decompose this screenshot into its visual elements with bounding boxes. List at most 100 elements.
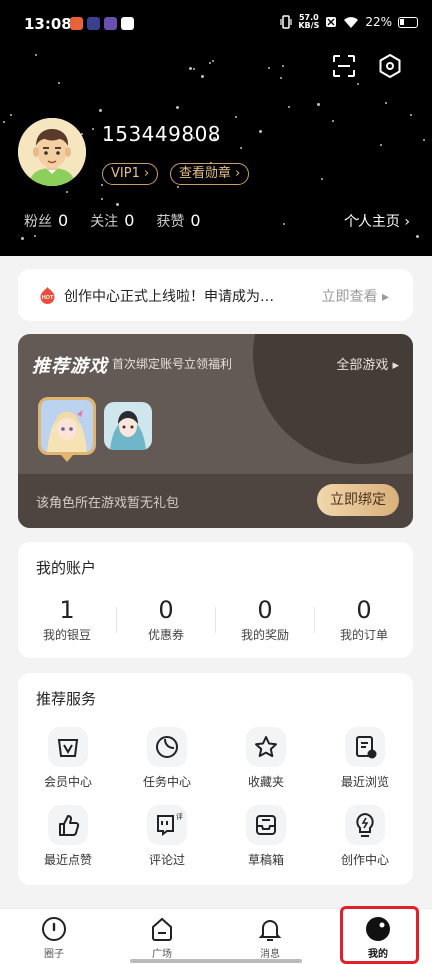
stat-following[interactable]: 关注 0 — [90, 211, 134, 231]
star-decoration — [66, 191, 68, 193]
tab-plaza[interactable]: 广场 — [132, 915, 192, 960]
app-notification-icon — [70, 17, 83, 30]
moon-icon — [156, 736, 178, 758]
profile-header: 13:08 57.0 KB/S 22% 153449808 VIP1 › 查看勋… — [0, 0, 432, 256]
settings-icon[interactable] — [376, 52, 404, 80]
vip-badge[interactable]: VIP1 › — [102, 163, 159, 185]
account-item-orders[interactable]: 0 我的订单 — [315, 596, 413, 643]
account-item-silver-beans[interactable]: 1 我的银豆 — [18, 596, 116, 643]
star-decoration — [189, 67, 192, 70]
notice-banner[interactable]: HOT 创作中心正式上线啦！申请成为… 立即查看 ▸ — [18, 269, 413, 321]
bell-icon — [258, 920, 282, 941]
service-recent-views[interactable]: 最近浏览 — [325, 727, 405, 790]
account-label: 我的奖励 — [240, 628, 289, 642]
personal-homepage-link[interactable]: 个人主页 › — [344, 211, 410, 231]
scan-icon[interactable] — [330, 52, 358, 80]
games-footer: 该角色所在游戏暂无礼包 立即绑定 — [18, 474, 413, 528]
service-favorites[interactable]: 收藏夹 — [226, 727, 306, 790]
plaza-icon — [152, 917, 172, 941]
star-decoration — [321, 178, 323, 180]
service-label: 评论过 — [148, 853, 185, 867]
drafts-icon — [256, 815, 276, 835]
star-decoration — [357, 83, 359, 85]
selected-pointer-icon — [61, 455, 73, 462]
app-notification-icon — [87, 17, 100, 30]
stat-value: 0 — [190, 211, 201, 230]
stat-likes[interactable]: 获赞 0 — [156, 211, 200, 231]
star-decoration — [416, 235, 419, 238]
account-value: 1 — [59, 596, 75, 624]
net-speed-unit: KB/S — [298, 21, 320, 30]
star-decoration — [240, 147, 242, 149]
service-label: 草稿箱 — [247, 853, 284, 867]
avatar[interactable] — [18, 118, 86, 186]
star-decoration — [101, 184, 103, 186]
status-time: 13:08 — [24, 15, 72, 33]
star-decoration — [209, 62, 211, 64]
star-decoration — [10, 114, 12, 116]
anime-girl-icon — [41, 400, 93, 452]
service-task-center[interactable]: 任务中心 — [127, 727, 207, 790]
bind-now-button[interactable]: 立即绑定 — [317, 484, 399, 516]
stat-label: 获赞 — [156, 214, 185, 230]
stat-fans[interactable]: 粉丝 0 — [24, 211, 68, 231]
notification-icons — [70, 17, 134, 30]
account-label: 优惠券 — [147, 628, 184, 642]
username: 153449808 — [102, 122, 222, 146]
service-label: 会员中心 — [43, 775, 92, 789]
service-creator-center[interactable]: 创作中心 — [325, 805, 405, 868]
account-item-coupons[interactable]: 0 优惠券 — [117, 596, 215, 643]
star-decoration — [3, 121, 5, 123]
star-decoration — [21, 237, 24, 240]
star-decoration — [288, 106, 290, 108]
account-value: 0 — [158, 596, 174, 624]
recommended-games-card: 推荐游戏 首次绑定账号立领福利 全部游戏 ▸ 该角色所在游戏暂无礼包 立即绑定 — [18, 334, 413, 528]
status-bar: 13:08 57.0 KB/S 22% — [0, 0, 432, 50]
tab-label: 圈子 — [44, 949, 64, 960]
comment-icon: 评 — [157, 813, 183, 836]
star-decoration — [410, 114, 412, 116]
battery-icon — [398, 16, 418, 28]
service-recent-likes[interactable]: 最近点赞 — [28, 805, 108, 868]
star-decoration — [282, 65, 284, 67]
svg-text:评: 评 — [176, 813, 183, 821]
game-icon[interactable] — [104, 402, 152, 450]
account-label: 我的订单 — [339, 628, 388, 642]
medal-badge[interactable]: 查看勋章 › — [170, 163, 250, 185]
account-item-rewards[interactable]: 0 我的奖励 — [216, 596, 314, 643]
star-decoration — [283, 223, 285, 225]
hot-badge-text: HOT — [42, 295, 54, 301]
tab-circle[interactable]: 圈子 — [24, 915, 84, 960]
account-label: 我的银豆 — [42, 628, 91, 642]
tab-messages[interactable]: 消息 — [240, 915, 300, 960]
view-now-link[interactable]: 立即查看 ▸ — [322, 286, 389, 306]
games-subtitle: 首次绑定账号立领福利 — [112, 357, 233, 371]
net-speed: 57.0 KB/S — [298, 14, 319, 30]
star-decoration — [423, 139, 425, 141]
lightbulb-icon — [356, 812, 374, 837]
star-decoration — [212, 60, 214, 62]
notice-text: 创作中心正式上线啦！申请成为… — [64, 289, 274, 305]
thumbs-up-icon — [59, 815, 80, 836]
service-commented[interactable]: 评 评论过 — [127, 805, 207, 868]
app-notification-icon — [104, 17, 117, 30]
service-drafts[interactable]: 草稿箱 — [226, 805, 306, 868]
crown-bag-icon — [57, 739, 79, 757]
game-icon-selected[interactable] — [38, 397, 96, 455]
stat-value: 0 — [58, 211, 69, 230]
star-decoration — [385, 102, 387, 104]
circle-icon — [42, 917, 66, 941]
star-decoration — [35, 54, 37, 56]
my-account-card: 我的账户 1 我的银豆 0 优惠券 0 我的奖励 0 我的订单 — [18, 542, 413, 658]
home-indicator[interactable] — [130, 959, 302, 963]
service-member-center[interactable]: 会员中心 — [28, 727, 108, 790]
all-games-link[interactable]: 全部游戏 ▸ — [336, 354, 399, 373]
star-decoration — [280, 77, 282, 79]
stat-value: 0 — [124, 211, 135, 230]
service-label: 最近点赞 — [43, 853, 92, 867]
star-decoration — [317, 103, 320, 106]
star-decoration — [259, 130, 262, 133]
star-decoration — [332, 120, 334, 122]
star-decoration — [268, 67, 270, 69]
star-decoration — [201, 75, 204, 78]
